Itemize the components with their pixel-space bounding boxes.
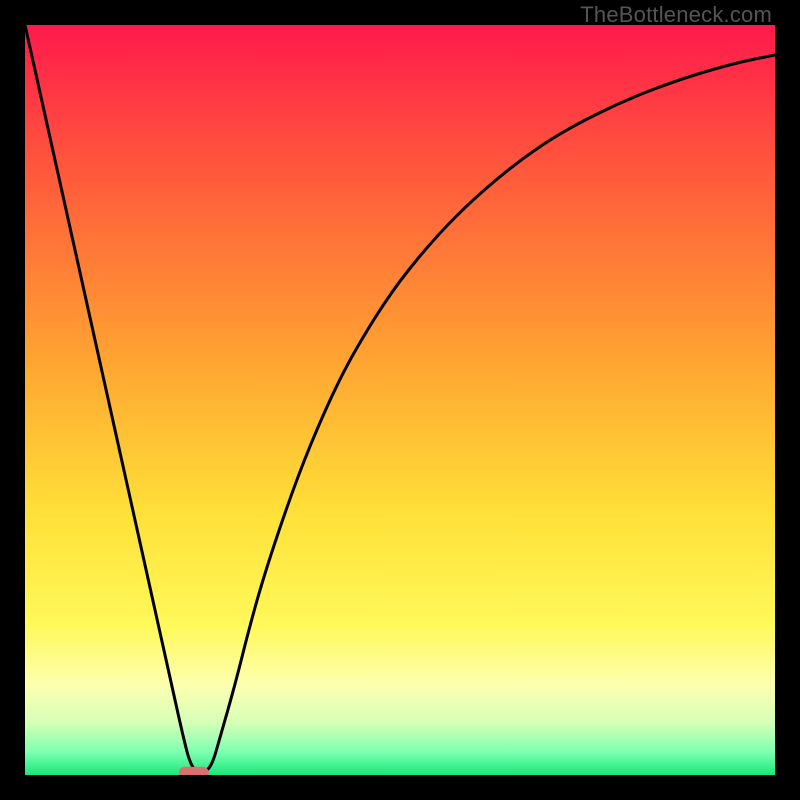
- plot-area: [25, 25, 775, 775]
- optimal-marker: [179, 767, 209, 775]
- chart-svg: [25, 25, 775, 775]
- chart-frame: TheBottleneck.com: [0, 0, 800, 800]
- gradient-background: [25, 25, 775, 775]
